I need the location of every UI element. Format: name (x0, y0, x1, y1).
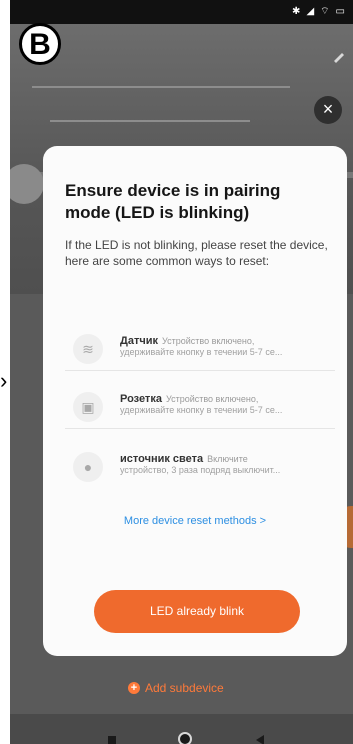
close-button[interactable]: × (314, 96, 342, 124)
more-reset-methods-link[interactable]: More device reset methods > (43, 515, 347, 527)
plus-icon: + (128, 682, 140, 694)
sensor-icon: ≋ (73, 334, 103, 364)
reset-method-light[interactable]: ● источник света Включите устройство, 3 р… (65, 442, 335, 500)
reset-method-sensor[interactable]: ≋ Датчик Устройство включено, удерживайте… (65, 324, 335, 382)
status-bar: ✱ ◢ ⌔ ▭ (10, 0, 353, 24)
wifi-icon: ⌔ (320, 6, 330, 17)
section-badge: B (19, 23, 61, 65)
recent-apps-icon[interactable] (108, 736, 116, 744)
method-detail-2: удерживайте кнопку в течении 5-7 се... (120, 405, 283, 415)
edit-icon (334, 53, 344, 63)
add-subdevice-link[interactable]: + Add subdevice (128, 681, 224, 695)
home-icon[interactable] (178, 732, 192, 744)
socket-icon: ▣ (73, 392, 103, 422)
add-subdevice-label: Add subdevice (145, 681, 224, 695)
divider (65, 428, 335, 429)
phone-screen: ✱ ◢ ⌔ ▭ × Ensure device is in pairing mo… (10, 0, 353, 744)
status-icons: ✱ ◢ ⌔ ▭ (292, 5, 345, 18)
divider (65, 370, 335, 371)
method-detail-2: устройство, 3 раза подряд выключит... (120, 465, 281, 475)
external-arrow-icon: › (0, 368, 8, 393)
signal-icon: ◢ (306, 6, 315, 17)
battery-icon: ▭ (335, 6, 345, 17)
led-already-blink-button[interactable]: LED already blink (94, 590, 300, 633)
bluetooth-icon: ✱ (292, 6, 301, 17)
bulb-icon: ● (73, 452, 103, 482)
dialog-title: Ensure device is in pairing mode (LED is… (65, 181, 281, 222)
dialog-description: If the LED is not blinking, please reset… (65, 238, 328, 268)
reset-method-socket[interactable]: ▣ Розетка Устройство включено, удерживайт… (65, 382, 335, 440)
navigation-bar (10, 714, 353, 744)
pairing-dialog: Ensure device is in pairing mode (LED is… (43, 146, 347, 656)
method-detail-2: удерживайте кнопку в течении 5-7 се... (120, 347, 283, 357)
back-icon[interactable] (256, 735, 264, 744)
